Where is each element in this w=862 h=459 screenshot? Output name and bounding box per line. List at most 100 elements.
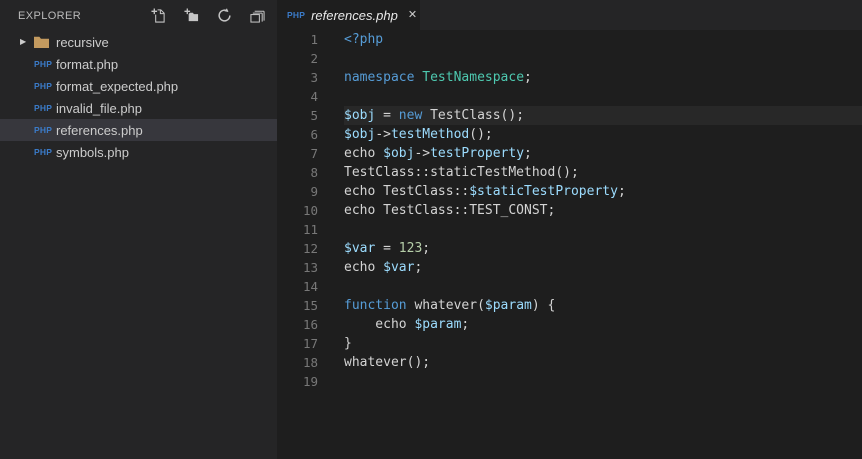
code-line-6[interactable]: 6 $obj->testMethod(); (277, 125, 862, 144)
token-variable: $obj (344, 108, 376, 123)
code-line-11[interactable]: 11 (277, 220, 862, 239)
code-line-content: namespace TestNamespace; (344, 68, 862, 87)
line-number: 6 (310, 127, 318, 142)
code-line-content (344, 220, 862, 239)
code-line-content (344, 277, 862, 296)
token-variable: $staticTestProperty (469, 184, 618, 199)
line-number: 17 (302, 336, 318, 351)
code-line-3[interactable]: 3 namespace TestNamespace; (277, 68, 862, 87)
code-line-7[interactable]: 7 echo $obj->testProperty; (277, 144, 862, 163)
code-line-content (344, 372, 862, 391)
token-plain: echo TestClass:: (344, 184, 470, 199)
code-line-1[interactable]: 1 <?php (277, 30, 862, 49)
code-line-content: whatever(); (344, 353, 862, 372)
explorer-header: EXPLORER (0, 0, 277, 31)
token-variable: $obj (344, 127, 376, 142)
file-label: symbols.php (56, 144, 129, 160)
line-number: 8 (310, 165, 318, 180)
code-line-content: function whatever($param) { (344, 296, 862, 315)
code-line-content (344, 49, 862, 68)
line-number: 7 (310, 146, 318, 161)
token-variable: testProperty (430, 146, 525, 161)
token-variable: $param (414, 317, 462, 332)
explorer-sidebar: EXPLORER ▶ recursive PHP format.php PHP … (0, 0, 277, 459)
tree-item-references-php[interactable]: PHP references.php (0, 119, 277, 141)
code-line-content: $obj->testMethod(); (344, 125, 862, 144)
code-area[interactable]: 1 <?php 2 3 namespace TestNamespace; 4 5 $obj =… (277, 30, 862, 459)
refresh-icon[interactable] (216, 8, 232, 24)
token-plain: } (344, 336, 352, 351)
close-icon[interactable]: ✕ (408, 9, 417, 21)
code-line-10[interactable]: 10 echo TestClass::TEST_CONST; (277, 201, 862, 220)
token-plain: TestClass(); (422, 108, 525, 123)
token-keyword: new (398, 108, 423, 123)
token-variable: $param (484, 298, 532, 313)
token-plain: = (375, 241, 399, 256)
token-plain: echo (344, 260, 384, 275)
line-number: 11 (302, 222, 318, 237)
file-tree: ▶ recursive PHP format.php PHP format_expecte… (0, 31, 277, 459)
code-line-5[interactable]: 5 $obj = new TestClass(); (277, 106, 862, 125)
new-folder-icon[interactable] (183, 8, 199, 24)
explorer-toolbar (150, 8, 265, 24)
code-line-content: echo TestClass::TEST_CONST; (344, 201, 862, 220)
token-plain: ; (524, 70, 532, 85)
code-line-17[interactable]: 17} (277, 334, 862, 353)
token-plain: ; (524, 146, 532, 161)
token-plain: (); (469, 127, 493, 142)
token-plain: echo (344, 146, 384, 161)
code-line-19[interactable]: 19 (277, 372, 862, 391)
tree-item-recursive[interactable]: ▶ recursive (0, 31, 277, 53)
code-line-14[interactable]: 14 (277, 277, 862, 296)
code-line-content: $obj = new TestClass(); (344, 106, 862, 125)
token-variable: $var (383, 260, 415, 275)
code-line-12[interactable]: 12 $var = 123; (277, 239, 862, 258)
code-line-15[interactable]: 15 function whatever($param) { (277, 296, 862, 315)
token-plain: whatever(); (344, 355, 431, 370)
line-number: 10 (302, 203, 318, 218)
code-line-18[interactable]: 18 whatever(); (277, 353, 862, 372)
code-line-8[interactable]: 8 TestClass::staticTestMethod(); (277, 163, 862, 182)
line-number: 12 (302, 241, 318, 256)
code-line-2[interactable]: 2 (277, 49, 862, 68)
token-plain: ; (422, 241, 431, 256)
token-plain: -> (414, 146, 431, 161)
line-number: 1 (310, 32, 318, 47)
token-keyword: namespace (344, 70, 415, 85)
token-keyword: <?php (344, 32, 384, 47)
folder-icon (34, 36, 54, 48)
php-file-icon: PHP (34, 59, 53, 69)
file-label: format.php (56, 56, 119, 72)
line-number: 9 (310, 184, 318, 199)
code-line-content: TestClass::staticTestMethod(); (344, 163, 862, 182)
code-line-13[interactable]: 13 echo $var; (277, 258, 862, 277)
tree-item-symbols-php[interactable]: PHP symbols.php (0, 141, 277, 163)
file-label: recursive (56, 34, 109, 50)
token-plain: ; (617, 184, 626, 199)
code-line-content: } (344, 334, 862, 353)
php-file-icon: PHP (34, 147, 53, 157)
editor-area: PHP references.php ✕ 1 <?php 2 3 namespace T… (277, 0, 862, 459)
code-line-content: echo $param; (344, 315, 862, 334)
php-file-icon: PHP (287, 10, 306, 20)
code-line-9[interactable]: 9 echo TestClass::$staticTestProperty; (277, 182, 862, 201)
file-label: references.php (56, 122, 143, 138)
collapse-all-icon[interactable] (249, 8, 265, 24)
line-number: 14 (302, 279, 318, 294)
token-plain: echo TestClass::TEST_CONST; (344, 203, 556, 218)
token-plain: -> (375, 127, 391, 142)
tab-bar: PHP references.php ✕ (277, 0, 862, 30)
token-plain: ; (461, 317, 470, 332)
token-keyword: function (344, 298, 407, 313)
line-number: 15 (302, 298, 318, 313)
token-type: TestNamespace (422, 70, 525, 85)
tab-references-php[interactable]: PHP references.php ✕ (277, 0, 420, 30)
tree-item-format-expected-php[interactable]: PHP format_expected.php (0, 75, 277, 97)
code-line-4[interactable]: 4 (277, 87, 862, 106)
php-file-icon: PHP (34, 125, 53, 135)
tree-item-format-php[interactable]: PHP format.php (0, 53, 277, 75)
chevron-right-icon: ▶ (20, 37, 27, 46)
tree-item-invalid-file-php[interactable]: PHP invalid_file.php (0, 97, 277, 119)
new-file-icon[interactable] (150, 8, 166, 24)
code-line-16[interactable]: 16 echo $param; (277, 315, 862, 334)
